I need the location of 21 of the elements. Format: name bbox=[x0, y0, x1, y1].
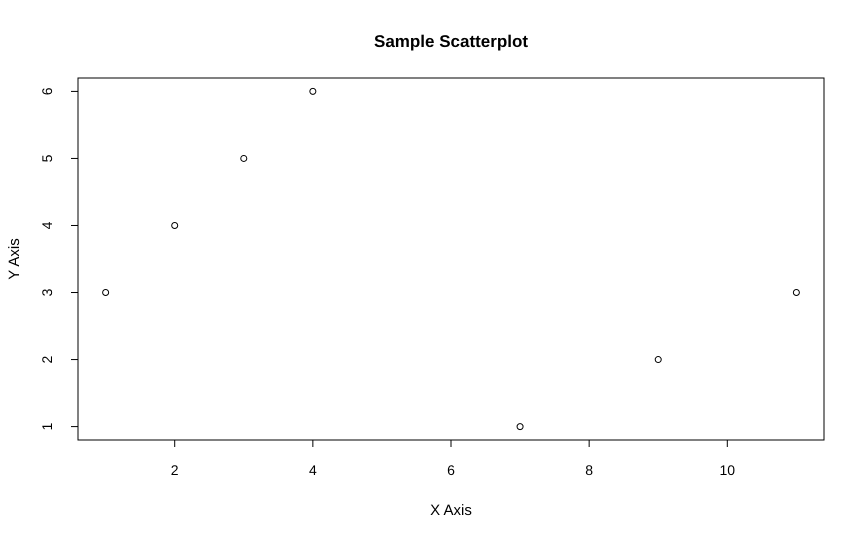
x-tick-label: 2 bbox=[170, 462, 179, 478]
data-point bbox=[309, 88, 316, 95]
y-tick-label: 5 bbox=[39, 154, 55, 162]
x-tick-label: 6 bbox=[447, 462, 455, 478]
x-tick-label: 4 bbox=[308, 462, 317, 478]
data-point bbox=[516, 423, 524, 430]
x-tick-label: 10 bbox=[720, 462, 736, 478]
chart-title: Sample Scatterplot bbox=[374, 32, 528, 51]
data-point bbox=[792, 289, 800, 296]
x-axis-label: X Axis bbox=[430, 502, 472, 519]
y-tick-label: 6 bbox=[39, 88, 55, 96]
x-tick-label: 8 bbox=[585, 462, 594, 478]
y-axis-label: Y Axis bbox=[6, 238, 23, 280]
y-tick-label: 2 bbox=[39, 356, 55, 364]
y-tick-label: 4 bbox=[39, 222, 55, 230]
data-point bbox=[654, 356, 662, 364]
data-point bbox=[240, 154, 248, 162]
y-tick-label: 3 bbox=[39, 288, 55, 296]
data-point bbox=[171, 222, 178, 229]
data-point bbox=[102, 289, 110, 296]
y-tick-label: 1 bbox=[39, 422, 55, 430]
